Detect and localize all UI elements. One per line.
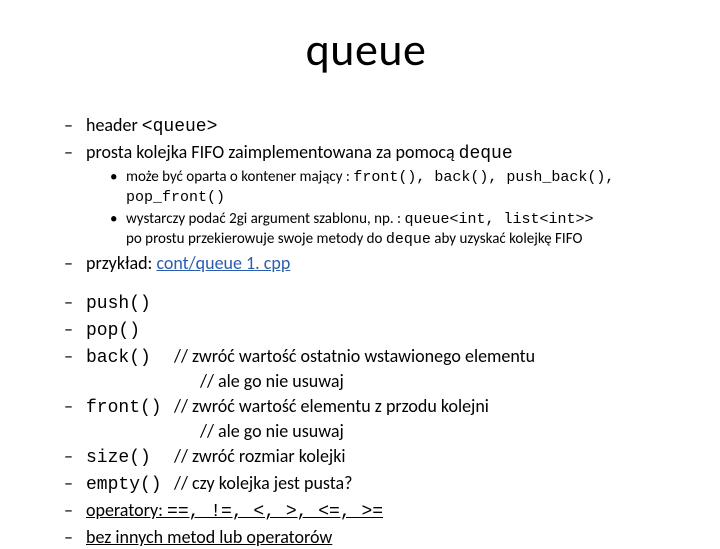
bullet-back: back()// zwróć wartość ostatnio wstawion… xyxy=(60,345,672,393)
method-name: size() xyxy=(86,447,174,470)
text: może być oparta o kontener mający : xyxy=(126,168,353,186)
code: <queue> xyxy=(142,117,218,137)
bullet-size: size()// zwróć rozmiar kolejki xyxy=(60,445,672,470)
bullet-operators: operatory: ==, !=, <, >, <=, >= xyxy=(60,499,672,524)
method-name: push() xyxy=(86,293,174,316)
text: aby uzyskać kolejkę FIFO xyxy=(431,230,583,248)
comment: // zwróć wartość elementu z przodu kolej… xyxy=(174,395,489,417)
sub-list: może być oparta o kontener mający : fron… xyxy=(110,168,672,250)
spacer xyxy=(60,277,672,291)
sub-bullet-container: może być oparta o kontener mający : fron… xyxy=(110,168,672,208)
text: bez innych metod lub operatorów xyxy=(86,526,332,548)
example-link[interactable]: cont/queue 1. cpp xyxy=(156,252,290,274)
text: wystarczy podać 2gi argument szablonu, n… xyxy=(126,210,404,228)
text: przykład: xyxy=(86,252,156,274)
comment: // ale go nie usuwaj xyxy=(86,420,672,443)
bullet-empty: empty()// czy kolejka jest pusta? xyxy=(60,472,672,497)
sub-bullet-template: wystarczy podać 2gi argument szablonu, n… xyxy=(110,210,672,250)
bullet-fifo: prosta kolejka FIFO zaimplementowana za … xyxy=(60,141,672,250)
comment: // czy kolejka jest pusta? xyxy=(174,472,353,494)
method-name: pop() xyxy=(86,320,174,343)
bullet-nomore: bez innych metod lub operatorów xyxy=(60,526,672,549)
comment: // zwróć rozmiar kolejki xyxy=(174,445,346,467)
bullet-pop: pop() xyxy=(60,318,672,343)
comment: // ale go nie usuwaj xyxy=(86,370,672,393)
slide-title: queue xyxy=(60,22,672,78)
code: deque xyxy=(459,144,513,164)
text: prosta kolejka FIFO zaimplementowana za … xyxy=(86,141,459,163)
method-name: front() xyxy=(86,397,174,420)
code: ==, !=, <, >, <=, >= xyxy=(167,502,383,522)
method-name: empty() xyxy=(86,474,174,497)
bullet-header: header <queue> xyxy=(60,114,672,139)
bullet-front: front()// zwróć wartość elementu z przod… xyxy=(60,395,672,443)
bullet-example: przykład: cont/queue 1. cpp xyxy=(60,252,672,275)
text: header xyxy=(86,114,142,136)
slide: queue header <queue> prosta kolejka FIFO… xyxy=(0,0,720,540)
text: po prostu przekierowuje swoje metody do xyxy=(126,230,386,248)
text: operatory: xyxy=(86,499,167,521)
method-name: back() xyxy=(86,347,174,370)
comment: // zwróć wartość ostatnio wstawionego el… xyxy=(174,345,535,367)
bullet-push: push() xyxy=(60,291,672,316)
bullet-list: header <queue> prosta kolejka FIFO zaimp… xyxy=(60,114,672,549)
code: deque xyxy=(386,231,431,248)
code: queue<int, list<int>> xyxy=(404,211,593,228)
